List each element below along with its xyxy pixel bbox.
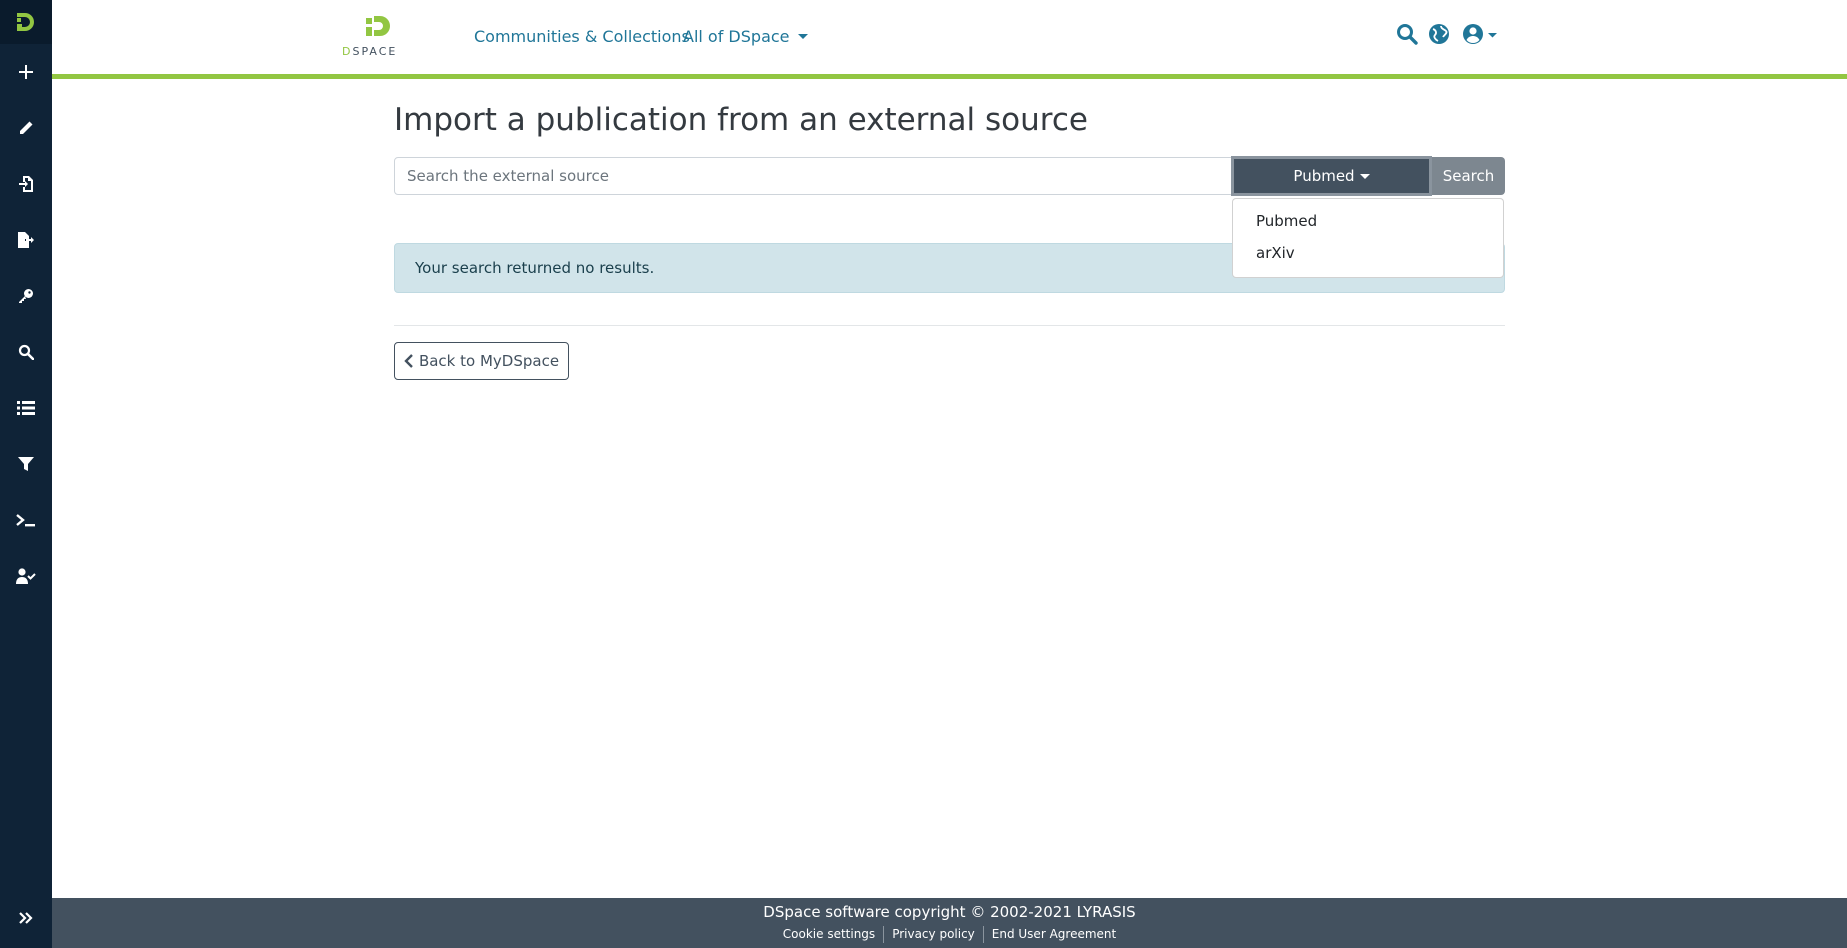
nav-all-of-dspace[interactable]: All of DSpace — [683, 27, 808, 46]
site-header — [52, 0, 1847, 79]
source-option-arxiv[interactable]: arXiv — [1233, 237, 1503, 269]
page-title: Import a publication from an external so… — [394, 102, 1088, 138]
content-divider — [394, 325, 1505, 326]
sidebar-registries[interactable] — [0, 390, 52, 426]
user-menu[interactable] — [1462, 23, 1498, 49]
sidebar-export[interactable] — [0, 222, 52, 258]
sidebar-logo[interactable] — [0, 0, 52, 44]
footer-link-privacy-policy[interactable]: Privacy policy — [883, 926, 983, 943]
nav-communities-collections[interactable]: Communities & Collections — [474, 27, 690, 46]
search-icon — [1397, 24, 1418, 45]
dspace-logo-icon — [17, 13, 34, 31]
list-icon — [17, 401, 35, 415]
pencil-icon — [20, 121, 33, 134]
sidebar-workflow[interactable] — [0, 558, 52, 594]
back-to-mydspace-button[interactable]: Back to MyDSpace — [394, 342, 569, 380]
key-icon — [19, 289, 33, 303]
chevron-down-icon — [797, 34, 808, 39]
sidebar-processes[interactable] — [0, 502, 52, 538]
brand-wordmark: DSPACE — [342, 45, 398, 58]
header-accent-bar — [52, 74, 1847, 79]
footer-links: Cookie settings Privacy policy End User … — [52, 926, 1847, 943]
language-switch[interactable] — [1428, 23, 1450, 49]
chevron-down-icon — [1359, 173, 1370, 179]
footer-link-end-user-agreement[interactable]: End User Agreement — [982, 926, 1124, 943]
sidebar-search[interactable] — [0, 334, 52, 370]
user-check-icon — [16, 568, 36, 584]
sidebar-edit[interactable] — [0, 110, 52, 146]
sidebar-toggle[interactable] — [0, 900, 52, 936]
filter-icon — [18, 457, 34, 471]
sidebar-new[interactable] — [0, 54, 52, 90]
dspace-logo-icon — [366, 16, 390, 36]
sidebar-access-control[interactable] — [0, 278, 52, 314]
footer-copyright: DSpace software copyright © 2002-2021 LY… — [763, 903, 1136, 921]
plus-icon — [19, 65, 33, 79]
file-export-icon — [18, 232, 34, 248]
source-option-pubmed[interactable]: Pubmed — [1233, 205, 1503, 237]
user-circle-icon — [1463, 24, 1497, 44]
source-dropdown-menu: Pubmed arXiv — [1232, 198, 1504, 278]
site-footer: DSpace software copyright © 2002-2021 LY… — [52, 898, 1847, 948]
nav-all-label: All of DSpace — [683, 27, 790, 46]
admin-sidebar — [0, 0, 52, 948]
chevron-left-icon — [404, 354, 413, 368]
sidebar-curation[interactable] — [0, 446, 52, 482]
search-button[interactable]: Search — [1432, 157, 1505, 195]
terminal-icon — [16, 514, 35, 527]
footer-link-cookie-settings[interactable]: Cookie settings — [775, 926, 883, 943]
header-search-button[interactable] — [1396, 23, 1418, 49]
expand-icon — [19, 912, 33, 924]
back-button-label: Back to MyDSpace — [418, 352, 560, 370]
globe-icon — [1429, 24, 1449, 44]
external-source-search-input[interactable] — [394, 157, 1232, 195]
source-select-button[interactable]: Pubmed — [1231, 156, 1432, 196]
sidebar-import[interactable] — [0, 166, 52, 202]
file-import-icon — [19, 176, 33, 192]
search-icon — [18, 344, 34, 360]
source-select-label: Pubmed — [1293, 167, 1355, 185]
